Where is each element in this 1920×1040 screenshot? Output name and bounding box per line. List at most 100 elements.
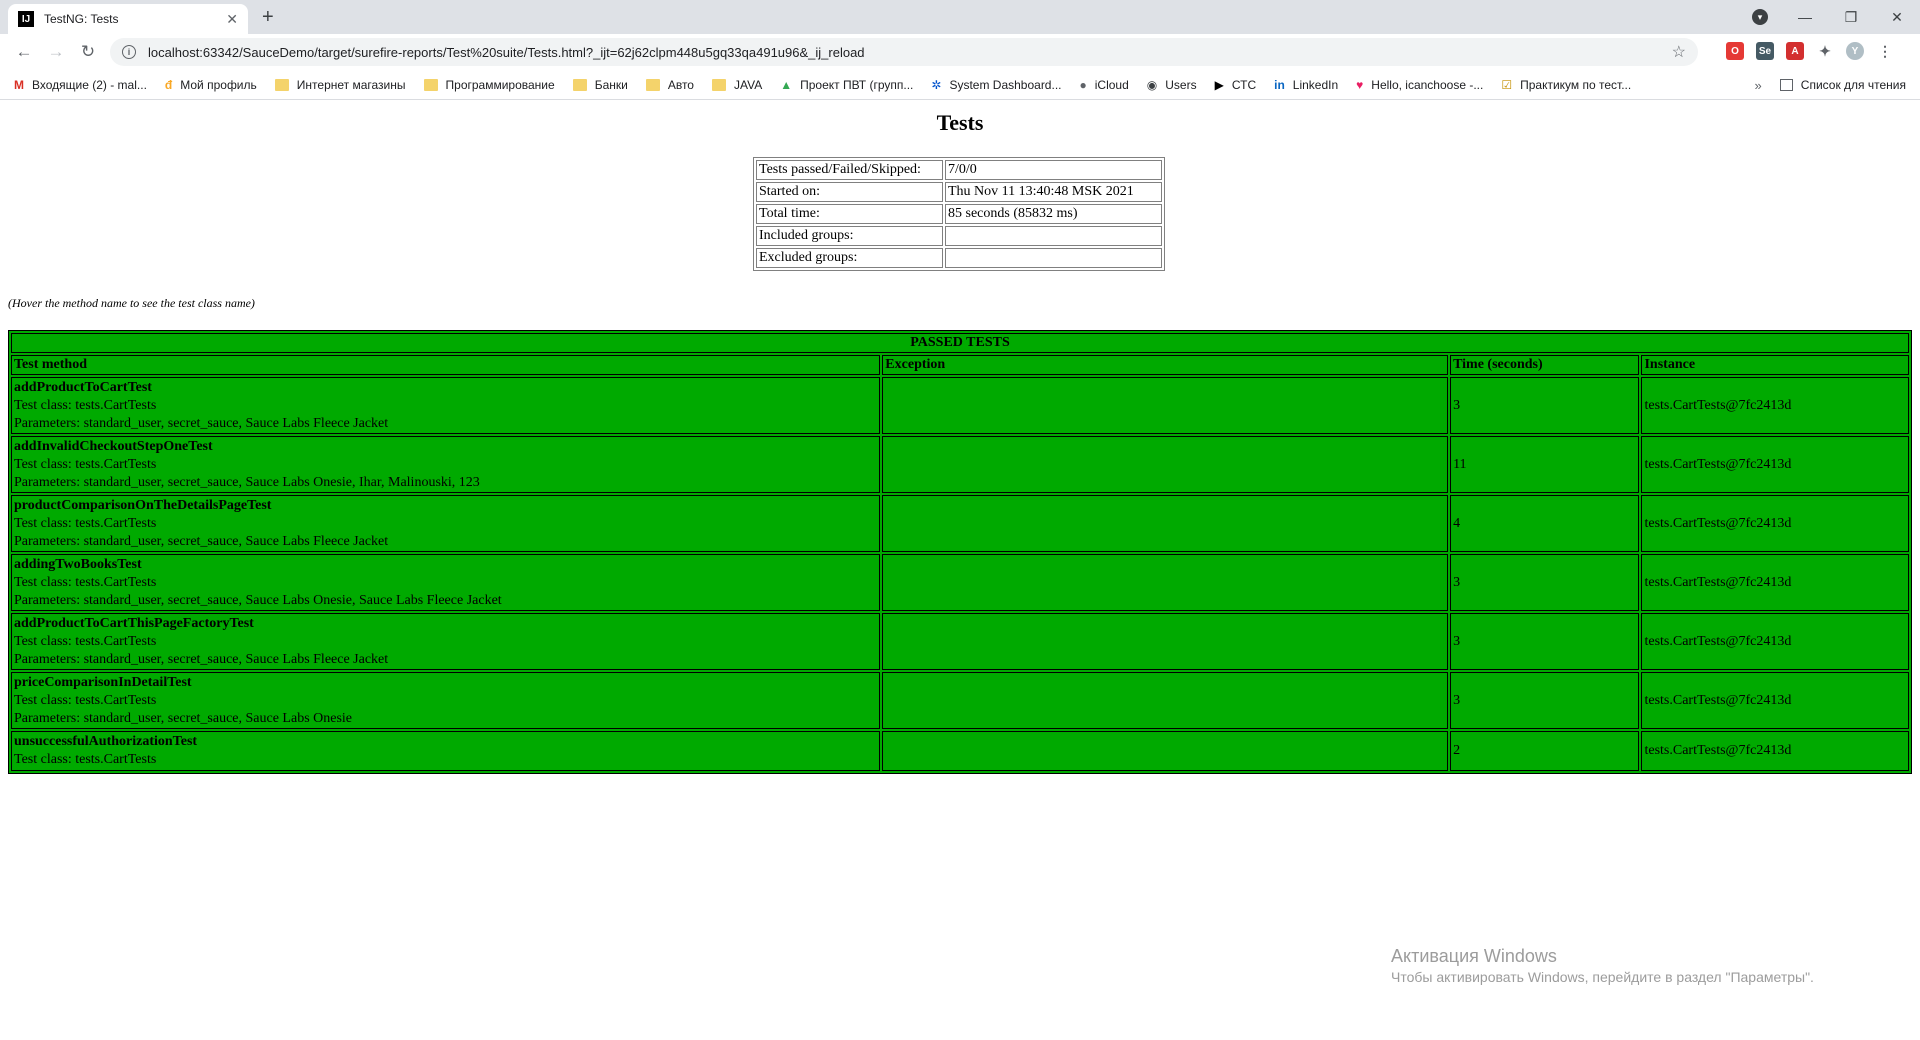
linkedin-icon: in	[1274, 77, 1285, 92]
close-tab-icon[interactable]: ✕	[226, 11, 238, 28]
time-cell: 3	[1450, 554, 1640, 611]
selenium-extension-icon[interactable]: Se	[1756, 42, 1774, 60]
back-icon[interactable]: ←	[10, 42, 38, 62]
column-header-test-method: Test method	[11, 355, 881, 375]
test-parameters: Parameters: standard_user, secret_sauce,…	[14, 711, 353, 726]
bookmark-item[interactable]: Авто	[645, 78, 694, 92]
browser-toolbar: ← → ↻ i localhost:63342/SauceDemo/target…	[0, 34, 1920, 70]
extensions-area: O Se A ✦ Y ⋮	[1726, 42, 1894, 60]
address-bar[interactable]: i localhost:63342/SauceDemo/target/suref…	[110, 38, 1698, 66]
bookmark-item[interactable]: ◉ Users	[1147, 78, 1197, 92]
test-method-name[interactable]: productComparisonOnTheDetailsPageTest	[14, 497, 877, 515]
bookmark-star-icon[interactable]: ☆	[1672, 42, 1686, 62]
restore-icon[interactable]: ❐	[1828, 9, 1874, 26]
time-cell: 3	[1450, 613, 1640, 670]
play-icon: ▶	[1214, 77, 1224, 92]
test-class: Test class: tests.CartTests	[14, 516, 157, 531]
bookmark-item[interactable]: Интернет магазины	[274, 78, 406, 92]
exception-cell	[882, 436, 1449, 493]
bookmark-item[interactable]: M Входящие (2) - mal...	[14, 78, 147, 92]
summary-value: 7/0/0	[945, 160, 1162, 180]
time-cell: 3	[1450, 672, 1640, 729]
exception-cell	[882, 613, 1449, 670]
bookmark-item[interactable]: Программирование	[423, 78, 555, 92]
summary-row: Started on: Thu Nov 11 13:40:48 MSK 2021	[756, 182, 1162, 202]
minimize-icon[interactable]: —	[1782, 9, 1828, 25]
test-parameters: Parameters: standard_user, secret_sauce,…	[14, 475, 480, 490]
summary-label: Total time:	[756, 204, 943, 224]
folder-icon	[572, 78, 587, 91]
hover-hint: (Hover the method name to see the test c…	[8, 296, 255, 310]
test-method-name[interactable]: addProductToCartTest	[14, 379, 877, 397]
page-title: Tests	[936, 110, 984, 135]
summary-value: 85 seconds (85832 ms)	[945, 204, 1162, 224]
test-method-cell: priceComparisonInDetailTest Test class: …	[11, 672, 881, 729]
test-method-cell: addInvalidCheckoutStepOneTest Test class…	[11, 436, 881, 493]
test-method-name[interactable]: addInvalidCheckoutStepOneTest	[14, 438, 877, 456]
forward-icon[interactable]: →	[42, 42, 70, 62]
table-row: addInvalidCheckoutStepOneTest Test class…	[11, 436, 1909, 493]
test-class: Test class: tests.CartTests	[14, 575, 157, 590]
test-method-name[interactable]: addProductToCartThisPageFactoryTest	[14, 615, 877, 633]
apple-icon: ●	[1079, 77, 1087, 92]
more-bookmarks-icon[interactable]: »	[1755, 78, 1762, 93]
bookmark-item[interactable]: đ Мой профиль	[165, 78, 257, 92]
url-text[interactable]: localhost:63342/SauceDemo/target/surefir…	[148, 45, 1672, 60]
table-row: addProductToCartTest Test class: tests.C…	[11, 377, 1909, 434]
bookmark-item[interactable]: ♥ Hello, icanchoose -...	[1356, 78, 1483, 92]
test-method-cell: unsuccessfulAuthorizationTest Test class…	[11, 731, 881, 771]
reading-list-icon	[1779, 79, 1793, 91]
window-controls: — ❐ ✕	[1782, 0, 1920, 34]
site-info-icon[interactable]: i	[122, 45, 136, 59]
time-cell: 2	[1450, 731, 1640, 771]
test-method-name[interactable]: addingTwoBooksTest	[14, 556, 877, 574]
time-cell: 11	[1450, 436, 1640, 493]
test-method-name[interactable]: priceComparisonInDetailTest	[14, 674, 877, 692]
summary-row: Tests passed/Failed/Skipped: 7/0/0	[756, 160, 1162, 180]
test-method-cell: addProductToCartThisPageFactoryTest Test…	[11, 613, 881, 670]
instance-cell: tests.CartTests@7fc2413d	[1641, 672, 1909, 729]
summary-label: Excluded groups:	[756, 248, 943, 268]
close-window-icon[interactable]: ✕	[1874, 9, 1920, 26]
test-method-name[interactable]: unsuccessfulAuthorizationTest	[14, 733, 877, 751]
bookmarks-bar: M Входящие (2) - mal... đ Мой профиль Инте…	[0, 70, 1920, 100]
passed-tests-header: PASSED TESTS	[11, 333, 1909, 353]
bookmark-item[interactable]: JAVA	[711, 78, 762, 92]
instance-cell: tests.CartTests@7fc2413d	[1641, 731, 1909, 771]
bookmark-item[interactable]: ▲ Проект ПВТ (групп...	[780, 78, 913, 92]
browser-tab[interactable]: IJ TestNG: Tests ✕	[8, 4, 248, 34]
test-class: Test class: tests.CartTests	[14, 457, 157, 472]
extensions-puzzle-icon[interactable]: ✦	[1816, 42, 1834, 60]
summary-value	[945, 226, 1162, 246]
profile-avatar-icon[interactable]: Y	[1846, 42, 1864, 60]
instance-cell: tests.CartTests@7fc2413d	[1641, 495, 1909, 552]
test-method-cell: productComparisonOnTheDetailsPageTest Te…	[11, 495, 881, 552]
menu-kebab-icon[interactable]: ⋮	[1876, 42, 1894, 60]
test-parameters: Parameters: standard_user, secret_sauce,…	[14, 416, 389, 431]
reload-icon[interactable]: ↻	[74, 42, 102, 62]
folder-icon	[423, 78, 438, 91]
heart-icon: ♥	[1356, 77, 1364, 92]
test-method-cell: addingTwoBooksTest Test class: tests.Car…	[11, 554, 881, 611]
pdf-extension-icon[interactable]: A	[1786, 42, 1804, 60]
table-row: priceComparisonInDetailTest Test class: …	[11, 672, 1909, 729]
bookmark-item[interactable]: Банки	[572, 78, 628, 92]
time-cell: 4	[1450, 495, 1640, 552]
test-method-cell: addProductToCartTest Test class: tests.C…	[11, 377, 881, 434]
tab-search-icon[interactable]: ▾	[1752, 9, 1768, 25]
instance-cell: tests.CartTests@7fc2413d	[1641, 377, 1909, 434]
new-tab-icon[interactable]: +	[262, 6, 274, 29]
bookmark-item[interactable]: in LinkedIn	[1274, 78, 1338, 92]
bookmark-item[interactable]: ☑ Практикум по тест...	[1501, 78, 1631, 92]
extension-red-icon[interactable]: O	[1726, 42, 1744, 60]
summary-label: Started on:	[756, 182, 943, 202]
summary-label: Included groups:	[756, 226, 943, 246]
bookmark-item[interactable]: ✲ System Dashboard...	[931, 78, 1061, 92]
jira-icon: ✲	[931, 77, 942, 92]
reading-list-button[interactable]: Список для чтения	[1801, 78, 1906, 92]
bookmark-item[interactable]: ▶ СТС	[1215, 78, 1257, 92]
test-parameters: Parameters: standard_user, secret_sauce,…	[14, 593, 502, 608]
bookmarks-right: » Список для чтения	[1755, 70, 1906, 99]
test-parameters: Parameters: standard_user, secret_sauce,…	[14, 652, 389, 667]
bookmark-item[interactable]: ● iCloud	[1080, 78, 1129, 92]
